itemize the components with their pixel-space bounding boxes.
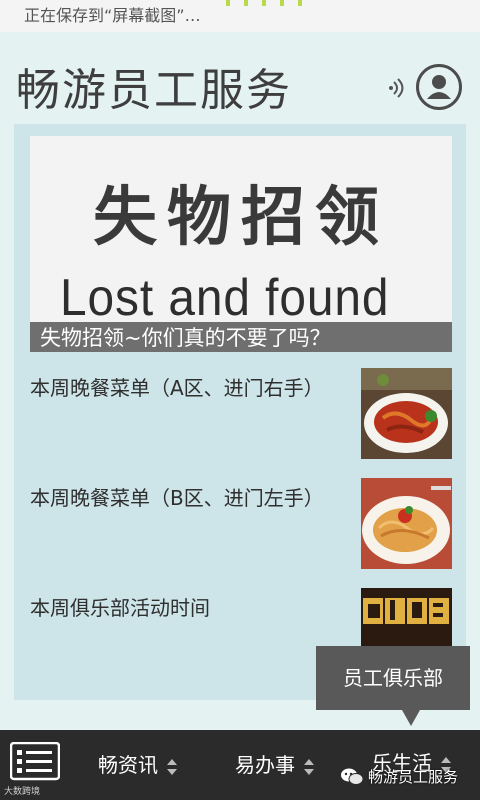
- signal-marks: [226, 0, 316, 6]
- club-tooltip[interactable]: 员工俱乐部: [316, 646, 470, 710]
- list-menu-icon: [9, 741, 61, 781]
- sort-arrows-icon: [167, 758, 178, 775]
- page-title: 畅游员工服务: [16, 65, 292, 116]
- brand-watermark-text: 大数跨境: [4, 787, 41, 797]
- menu-button[interactable]: [9, 741, 61, 782]
- banner-headline: 失物招领: [93, 181, 389, 255]
- tab-label: 易办事: [235, 753, 295, 777]
- tab-news[interactable]: 畅资讯: [98, 750, 178, 780]
- sort-arrows-icon: [304, 758, 315, 775]
- wechat-icon: [341, 768, 364, 785]
- user-circle-icon: [427, 75, 451, 99]
- tab-label: 畅资讯: [98, 753, 158, 777]
- profile-button[interactable]: [416, 64, 462, 110]
- news-item[interactable]: 本周晚餐菜单（B区、进门左手）: [30, 478, 452, 570]
- watermark-text: 畅游员工服务: [368, 768, 459, 786]
- banner-subhead: Lost and found: [60, 269, 390, 327]
- news-title: 本周晚餐菜单（A区、进门右手）: [30, 376, 324, 400]
- news-title: 本周俱乐部活动时间: [30, 596, 210, 620]
- sound-waves-icon[interactable]: [386, 76, 410, 100]
- content-panel: 失物招领 Lost and found 失物招领~你们真的不要了吗？ 本周晚餐菜…: [14, 124, 466, 700]
- news-item[interactable]: 本周晚餐菜单（A区、进门右手）: [30, 368, 452, 460]
- brand-watermark: 大数跨境: [4, 784, 40, 797]
- tab-services[interactable]: 易办事: [235, 750, 315, 780]
- status-text: 正在保存到“屏幕截图”…: [24, 6, 201, 25]
- wechat-watermark: 畅游员工服务: [340, 766, 458, 787]
- banner-carousel[interactable]: 失物招领 Lost and found 失物招领~你们真的不要了吗？: [30, 136, 452, 352]
- tooltip-arrow: [402, 710, 420, 726]
- pasta-dish-image: [361, 368, 452, 459]
- banner-caption: 失物招领~你们真的不要了吗？: [30, 322, 452, 352]
- app-header: 畅游员工服务: [0, 32, 480, 124]
- news-title: 本周晚餐菜单（B区、进门左手）: [30, 486, 324, 510]
- spaghetti-dish-image: [361, 478, 452, 569]
- bottom-nav: 大数跨境 畅资讯 易办事 乐生活 畅游员工服务: [0, 730, 480, 800]
- status-bar: 正在保存到“屏幕截图”…: [0, 0, 480, 32]
